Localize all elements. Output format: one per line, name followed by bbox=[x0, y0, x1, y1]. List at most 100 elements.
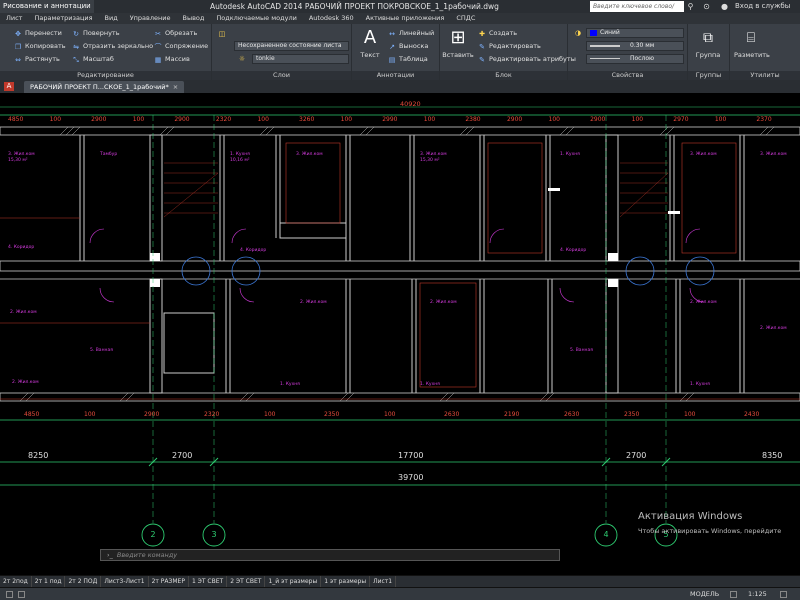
ribbon-tabs: Лист Параметризация Вид Управление Вывод… bbox=[0, 13, 800, 24]
top-dim-label: 100 bbox=[257, 116, 269, 123]
activation-watermark-subtitle: Чтобы активировать Windows, перейдите bbox=[638, 527, 782, 535]
linetype-dropdown[interactable]: Послою bbox=[586, 54, 684, 64]
svg-text:Тамбур: Тамбур bbox=[99, 151, 117, 157]
top-dim-label: 2320 bbox=[215, 116, 232, 123]
layer-state-dropdown[interactable]: Несохраненное состояние листа bbox=[234, 41, 349, 51]
edit-attrs-button[interactable]: ✎ Редактировать атрибуты bbox=[478, 54, 576, 65]
linear-dim-icon: ↔ bbox=[389, 29, 395, 38]
settings-icon[interactable] bbox=[780, 591, 787, 598]
search-icon[interactable]: ⚲ bbox=[686, 2, 695, 11]
linetype-preview bbox=[590, 58, 620, 59]
command-line-input[interactable]: ›_ Введите команду bbox=[100, 549, 560, 561]
axis-dim-1: 8250 bbox=[28, 451, 49, 460]
mirror-button[interactable]: ⇋ Отразить зеркально bbox=[72, 41, 153, 52]
svg-text:15,30 м²: 15,30 м² bbox=[420, 157, 440, 163]
axis-dim-2: 2700 bbox=[172, 451, 193, 460]
tab-spds[interactable]: СПДС bbox=[450, 13, 481, 24]
user-icon[interactable]: ● bbox=[720, 2, 729, 11]
linear-dim-button[interactable]: ↔ Линейный bbox=[388, 28, 434, 39]
lightbulb-icon[interactable]: ☼ bbox=[238, 55, 246, 63]
color-dropdown[interactable]: Синий bbox=[586, 28, 684, 38]
tab-view[interactable]: Вид bbox=[99, 13, 124, 24]
tab-sheet[interactable]: Лист bbox=[0, 13, 28, 24]
rotate-button[interactable]: ↻ Повернуть bbox=[72, 28, 119, 39]
current-layer-dropdown[interactable]: tonkie bbox=[252, 54, 349, 64]
lineweight-dropdown[interactable]: 0.30 мм bbox=[586, 41, 684, 51]
trim-button[interactable]: ✂ Обрезать bbox=[154, 28, 197, 39]
leader-button[interactable]: ↗ Выноска bbox=[388, 41, 428, 52]
tab-autodesk360[interactable]: Autodesk 360 bbox=[303, 13, 360, 24]
bottom-dim-label: 2630 bbox=[444, 411, 460, 418]
top-dim-label: 2900 bbox=[590, 116, 606, 123]
layout-tab[interactable]: 2т РАЗМЕР bbox=[149, 576, 189, 587]
layout-tab[interactable]: 2 ЭТ СВЕТ bbox=[227, 576, 266, 587]
search-input[interactable]: Введите ключевое слово/фразу bbox=[590, 1, 684, 21]
measure-button[interactable]: ⌸ Разметить bbox=[734, 27, 770, 59]
annotation-panel-title[interactable]: Аннотации bbox=[352, 71, 439, 80]
edit-block-button[interactable]: ✎ Редактировать bbox=[478, 41, 541, 52]
top-dim-label: 3260 bbox=[299, 116, 315, 123]
viewport-icon[interactable] bbox=[730, 591, 737, 598]
tab-plugins[interactable]: Подключаемые модули bbox=[210, 13, 302, 24]
text-button[interactable]: A Текст bbox=[356, 27, 384, 59]
grid-icon[interactable] bbox=[6, 591, 13, 598]
stretch-button[interactable]: ⇔ Растянуть bbox=[14, 54, 60, 65]
layers-panel: ◫ Несохраненное состояние листа ☼ tonkie… bbox=[212, 24, 352, 80]
layout-tab[interactable]: 1 эт размеры bbox=[321, 576, 371, 587]
ribbon: ✥ Перенести ❐ Копировать ⇔ Растянуть ↻ Повер… bbox=[0, 24, 800, 80]
utilities-panel-title[interactable]: Утилиты bbox=[730, 71, 800, 80]
edit-panel-title[interactable]: Редактирование bbox=[0, 71, 211, 80]
match-props-icon[interactable]: ◑ bbox=[574, 29, 582, 37]
layer-props-icon[interactable]: ◫ bbox=[218, 30, 226, 38]
create-block-button[interactable]: ✚ Создать bbox=[478, 28, 517, 39]
tab-apps[interactable]: Активные приложения bbox=[360, 13, 451, 24]
insert-button[interactable]: ⊞ Вставить bbox=[442, 27, 474, 59]
application-menu-button[interactable]: A bbox=[4, 82, 14, 91]
properties-panel-title[interactable]: Свойства bbox=[568, 71, 687, 80]
layers-panel-title[interactable]: Слои bbox=[212, 71, 351, 80]
svg-text:15,30 м²: 15,30 м² bbox=[8, 157, 28, 163]
measure-icon: ⌸ bbox=[746, 30, 756, 46]
bottom-dim-label: 2430 bbox=[744, 411, 760, 418]
layout-tab[interactable]: 2т 2под bbox=[0, 576, 32, 587]
svg-text:1. Кухня: 1. Кухня bbox=[420, 381, 440, 387]
snap-icon[interactable] bbox=[18, 591, 25, 598]
document-tab[interactable]: РАБОЧИЙ ПРОЕКТ П...СКОЕ_1_1рабочий* × bbox=[24, 81, 185, 93]
binoculars-icon[interactable]: ⊙ bbox=[702, 2, 711, 11]
scale-button[interactable]: ⤡ Масштаб bbox=[72, 54, 114, 65]
groups-panel-title[interactable]: Группы bbox=[688, 71, 729, 80]
layout-tab[interactable]: Лист1 bbox=[370, 576, 397, 587]
group-button[interactable]: ⧉ Группа bbox=[694, 27, 722, 59]
array-button[interactable]: ▦ Массив bbox=[154, 54, 190, 65]
fillet-button[interactable]: ⌒ Сопряжение bbox=[154, 41, 209, 52]
floor-plan: 3. Жил.ком15,30 м² Тамбур 1. Кухня10,16 … bbox=[0, 106, 800, 547]
top-dim-label: 2900 bbox=[506, 116, 523, 123]
block-panel-title[interactable]: Блок bbox=[440, 71, 567, 80]
drawing-canvas[interactable]: 3. Жил.ком 15,30 м² Тамбур 1. Кухня 10,16 … bbox=[0, 93, 800, 575]
close-icon[interactable]: × bbox=[173, 83, 178, 91]
stretch-icon: ⇔ bbox=[15, 55, 21, 64]
table-icon: ▤ bbox=[388, 55, 396, 64]
layout-tab[interactable]: Лист3-Лист1 bbox=[101, 576, 149, 587]
bottom-dim-label: 100 bbox=[384, 411, 396, 418]
annotation-scale[interactable]: 1:125 bbox=[748, 590, 767, 598]
layout-tab[interactable]: 1 ЭТ СВЕТ bbox=[189, 576, 228, 587]
trim-icon: ✂ bbox=[155, 29, 161, 38]
table-button[interactable]: ▤ Таблица bbox=[388, 54, 428, 65]
bottom-dim-label: 2630 bbox=[564, 411, 580, 418]
workspace-dropdown[interactable]: Рисование и аннотации bbox=[0, 0, 94, 13]
tab-manage[interactable]: Управление bbox=[124, 13, 177, 24]
move-button[interactable]: ✥ Перенести bbox=[14, 28, 62, 39]
layout-tab[interactable]: 1_й эт размеры bbox=[265, 576, 322, 587]
window-title: Autodesk AutoCAD 2014 РАБОЧИЙ ПРОЕКТ ПОК… bbox=[210, 2, 499, 11]
model-space-button[interactable]: МОДЕЛЬ bbox=[690, 590, 719, 598]
copy-button[interactable]: ❐ Копировать bbox=[14, 41, 66, 52]
layout-tab[interactable]: 2т 2 ПОД bbox=[65, 576, 102, 587]
signin-label[interactable]: Вход в службы bbox=[735, 2, 790, 10]
axis-dim-4: 2700 bbox=[626, 451, 647, 460]
tab-parametric[interactable]: Параметризация bbox=[28, 13, 98, 24]
layout-tab[interactable]: 2т 1 под bbox=[32, 576, 66, 587]
top-dim-label: 2900 bbox=[174, 116, 190, 123]
svg-text:10,16 м²: 10,16 м² bbox=[230, 157, 250, 163]
tab-output[interactable]: Вывод bbox=[176, 13, 210, 24]
